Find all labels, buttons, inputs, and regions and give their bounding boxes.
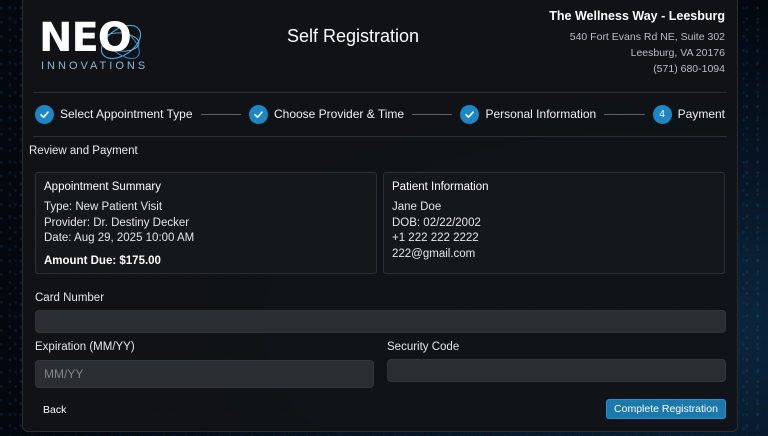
- section-title: Review and Payment: [29, 145, 138, 157]
- step-payment: 4 Payment: [652, 104, 726, 124]
- patient-name: Jane Doe: [392, 201, 442, 213]
- patient-information-title: Patient Information: [392, 181, 489, 193]
- step-label: Select Appointment Type: [60, 107, 193, 121]
- page-title: Self Registration: [286, 26, 420, 46]
- clinic-address-line1: 540 Fort Evans Rd NE, Suite 302: [569, 31, 725, 43]
- header-divider: [33, 92, 727, 93]
- step-label: Choose Provider & Time: [273, 107, 405, 121]
- step-connector: [200, 113, 241, 115]
- registration-stepper: Select Appointment Type Choose Provider …: [35, 104, 725, 124]
- clinic-phone: (571) 680-1094: [653, 63, 725, 75]
- clinic-info: The Wellness Way - Leesburg 540 Fort Eva…: [549, 9, 725, 77]
- appointment-type: Type: New Patient Visit: [44, 201, 163, 213]
- clinic-address-line2: Leesburg, VA 20176: [630, 47, 725, 59]
- neo-innovations-logo: NEO INNOVATIONS: [39, 10, 149, 72]
- complete-registration-button[interactable]: Complete Registration: [606, 399, 726, 419]
- patient-email: 222@gmail.com: [392, 247, 476, 260]
- patient-phone: +1 222 222 2222: [392, 232, 479, 244]
- back-button[interactable]: Back: [37, 400, 72, 420]
- step-label: Personal Information: [485, 107, 597, 121]
- registration-card: NEO INNOVATIONS Self Registration The We…: [22, 0, 738, 432]
- appointment-provider: Provider: Dr. Destiny Decker: [44, 216, 190, 229]
- step-select-appointment-type: Select Appointment Type: [35, 104, 193, 124]
- step-label: Payment: [677, 107, 726, 121]
- security-code-label: Security Code: [387, 341, 460, 353]
- security-code-input[interactable]: [387, 359, 726, 382]
- step-choose-provider-time: Choose Provider & Time: [248, 104, 405, 124]
- amount-due: Amount Due: $175.00: [44, 254, 161, 267]
- expiration-input[interactable]: [35, 360, 374, 388]
- step-connector: [412, 113, 453, 115]
- step-connector: [604, 113, 645, 115]
- step-personal-information: Personal Information: [460, 104, 597, 124]
- clinic-name: The Wellness Way - Leesburg: [549, 9, 725, 23]
- checkmark-icon: [248, 104, 268, 124]
- appointment-summary-title: Appointment Summary: [44, 181, 161, 193]
- step-number-badge: 4: [652, 104, 672, 124]
- logo-subtitle: INNOVATIONS: [41, 60, 149, 72]
- checkmark-icon: [460, 104, 480, 124]
- patient-information-panel: Patient Information Jane Doe DOB: 02/22/…: [383, 172, 725, 274]
- card-number-label: Card Number: [35, 292, 105, 304]
- expiration-label: Expiration (MM/YY): [35, 341, 135, 353]
- patient-dob: DOB: 02/22/2002: [392, 216, 481, 229]
- stepper-divider: [33, 136, 727, 137]
- appointment-date: Date: Aug 29, 2025 10:00 AM: [44, 232, 195, 244]
- checkmark-icon: [35, 104, 54, 124]
- appointment-summary-panel: Appointment Summary Type: New Patient Vi…: [35, 172, 377, 274]
- card-number-input[interactable]: [35, 310, 726, 333]
- logo-wordmark: NEO: [39, 15, 132, 61]
